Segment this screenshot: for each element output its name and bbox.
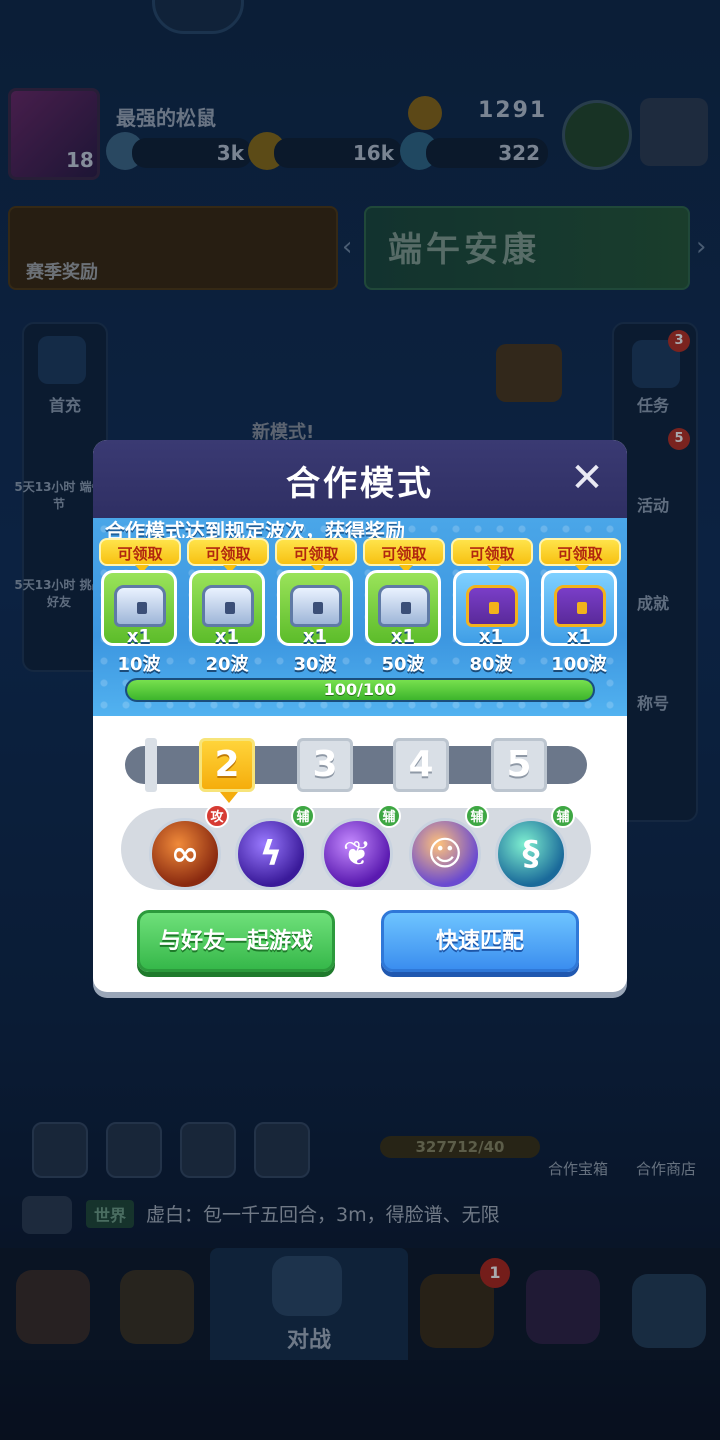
player-slot-5[interactable]: 5 <box>491 738 547 792</box>
silver-chest-icon <box>378 585 430 627</box>
infinity-orb-icon[interactable]: ∞ <box>149 818 221 890</box>
silver-chest-icon <box>290 585 342 627</box>
player-slot-4[interactable]: 4 <box>393 738 449 792</box>
skill-glyph: ∞ <box>170 834 200 874</box>
reward-wave: 80波 <box>469 654 513 675</box>
silver-chest-icon <box>114 585 166 627</box>
reward-description: 合作模式达到规定波次，获得奖励 <box>105 519 405 538</box>
reward-quantity: x1 <box>566 626 592 647</box>
player-slot-3[interactable]: 3 <box>297 738 353 792</box>
reward-quantity: x1 <box>214 626 240 647</box>
reward-item[interactable]: 可领取 x1 20波 <box>187 538 269 675</box>
player-slot-2[interactable]: 2 <box>199 738 255 803</box>
skill-glyph: ☺ <box>427 834 463 874</box>
claimable-tag: 可领取 <box>539 538 621 573</box>
reward-wave: 20波 <box>205 654 249 675</box>
dragon-orb-icon[interactable]: § <box>495 818 567 890</box>
reward-quantity: x1 <box>302 626 328 647</box>
reward-item[interactable]: 可领取 x1 10波 <box>99 538 181 675</box>
play-with-friends-button[interactable]: 与好友一起游戏 <box>137 910 335 972</box>
skill-glyph: ❦ <box>342 834 372 874</box>
wave-progress-bar: 100/100 <box>125 678 595 702</box>
skill-role-badge: 辅 <box>291 804 315 828</box>
dialog-title: 合作模式 <box>286 464 434 504</box>
claimable-tag: 可领取 <box>451 538 533 573</box>
reward-item[interactable]: 可领取 x1 50波 <box>363 538 445 675</box>
reward-quantity: x1 <box>478 626 504 647</box>
wave-reward-panel: 合作模式达到规定波次，获得奖励 可领取 x1 10波 可领取 x1 20波 可领取 x1 30波… <box>93 518 627 716</box>
reward-wave: 50波 <box>381 654 425 675</box>
reward-quantity: x1 <box>126 626 152 647</box>
leaf-orb-icon[interactable]: ❦ <box>321 818 393 890</box>
close-icon[interactable]: ✕ <box>567 458 607 498</box>
claimable-tag: 可领取 <box>99 538 181 573</box>
reward-wave: 10波 <box>117 654 161 675</box>
player-slot-start <box>145 738 157 792</box>
wave-progress-text: 100/100 <box>323 680 397 699</box>
reward-item[interactable]: 可领取 x1 80波 <box>451 538 533 675</box>
reward-wave: 100波 <box>551 654 607 675</box>
coop-mode-dialog: 合作模式 ✕ 合作模式达到规定波次，获得奖励 可领取 x1 10波 可领取 x1 20波可… <box>93 440 627 992</box>
skill-glyph: ϟ <box>259 834 283 874</box>
game-screen: 18 最强的松鼠 1291 3k 16k 322 赛季奖励 ‹ 端午安康 › 首… <box>0 0 720 1440</box>
reward-item[interactable]: 可领取 x1 30波 <box>275 538 357 675</box>
reward-quantity: x1 <box>390 626 416 647</box>
reward-wave: 30波 <box>293 654 337 675</box>
dialog-header: 合作模式 ✕ <box>93 440 627 518</box>
gold-chest-icon <box>466 585 518 627</box>
lightning-orb-icon[interactable]: ϟ <box>235 818 307 890</box>
skill-role-badge: 攻 <box>205 804 229 828</box>
claimable-tag: 可领取 <box>187 538 269 573</box>
skill-role-badge: 辅 <box>377 804 401 828</box>
quick-match-button[interactable]: 快速匹配 <box>381 910 579 972</box>
skill-role-badge: 辅 <box>551 804 575 828</box>
skill-glyph: § <box>522 834 540 874</box>
gold-chest-icon <box>554 585 606 627</box>
claimable-tag: 可领取 <box>275 538 357 573</box>
reward-item[interactable]: 可领取 x1 100波 <box>539 538 621 675</box>
silver-chest-icon <box>202 585 254 627</box>
skill-role-badge: 辅 <box>465 804 489 828</box>
claimable-tag: 可领取 <box>363 538 445 573</box>
figures-orb-icon[interactable]: ☺ <box>409 818 481 890</box>
